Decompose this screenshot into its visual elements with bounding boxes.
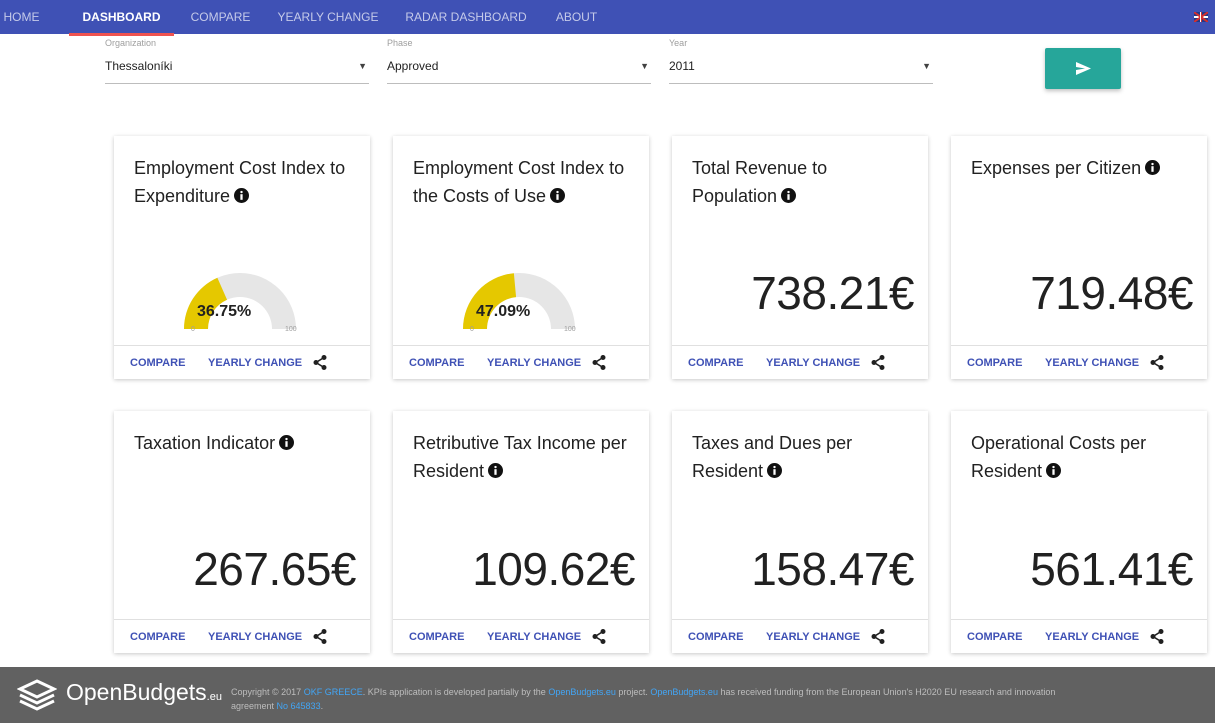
share-icon[interactable] [592,355,606,370]
info-icon[interactable] [767,462,783,478]
organization-select[interactable]: Organization Thessaloníki ▼ [105,38,369,84]
kpi-card-retributive-tax: Retributive Tax Income per Resident 109.… [393,411,649,653]
nav-home[interactable]: HOME [0,0,43,34]
gauge-max-label: 100 [564,326,576,333]
gauge-chart [184,273,296,329]
grant-agreement-link[interactable]: No 645833 [277,701,321,711]
kpi-value: 738.21€ [751,267,914,319]
share-icon[interactable] [1150,355,1164,370]
card-actions: COMPARE YEARLY CHANGE [114,619,370,653]
year-select[interactable]: Year 2011 ▼ [669,38,933,84]
phase-select[interactable]: Phase Approved ▼ [387,38,651,84]
compare-button[interactable]: COMPARE [409,631,464,643]
footer: OpenBudgets.eu Copyright © 2017 OKF GREE… [0,667,1215,723]
compare-button[interactable]: COMPARE [688,631,743,643]
dropdown-arrow-icon: ▼ [358,61,367,71]
yearly-change-button[interactable]: YEARLY CHANGE [766,631,860,643]
gauge-value: 47.09% [476,303,531,320]
card-actions: COMPARE YEARLY CHANGE [114,345,370,379]
yearly-change-button[interactable]: YEARLY CHANGE [208,357,302,369]
nav-about[interactable]: ABOUT [548,0,605,34]
compare-button[interactable]: COMPARE [130,357,185,369]
info-icon[interactable] [279,434,295,450]
info-icon[interactable] [781,187,797,203]
top-navbar: HOME DASHBOARD COMPARE YEARLY CHANGE RAD… [0,0,1215,36]
kpi-value: 109.62€ [472,543,635,595]
gauge-chart [463,273,575,329]
kpi-value: 561.41€ [1030,543,1193,595]
kpi-value: 158.47€ [751,543,914,595]
compare-button[interactable]: COMPARE [967,631,1022,643]
phase-label: Phase [387,38,413,48]
nav-radar-dashboard[interactable]: RADAR DASHBOARD [400,0,532,34]
organization-value: Thessaloníki [105,59,173,73]
card-actions: COMPARE YEARLY CHANGE [672,345,928,379]
card-actions: COMPARE YEARLY CHANGE [951,619,1207,653]
year-label: Year [669,38,688,48]
phase-value: Approved [387,59,439,73]
info-icon[interactable] [1046,462,1062,478]
kpi-value: 719.48€ [1030,267,1193,319]
gauge-max-label: 100 [285,326,297,333]
submit-button[interactable] [1045,48,1121,89]
yearly-change-button[interactable]: YEARLY CHANGE [1045,357,1139,369]
openbudgets-logo-text[interactable]: OpenBudgets.eu [66,679,222,706]
share-icon[interactable] [871,629,885,644]
nav-dashboard[interactable]: DASHBOARD [69,0,174,34]
nav-yearly-change[interactable]: YEARLY CHANGE [276,0,380,34]
kpi-card-taxation-indicator: Taxation Indicator 267.65€ COMPARE YEARL… [114,411,370,653]
card-actions: COMPARE YEARLY CHANGE [393,345,649,379]
card-actions: COMPARE YEARLY CHANGE [951,345,1207,379]
gauge-value: 36.75% [197,303,252,320]
card-actions: COMPARE YEARLY CHANGE [672,619,928,653]
share-icon[interactable] [592,629,606,644]
card-title: Expenses per Citizen [971,158,1142,178]
openbudgets-link[interactable]: OpenBudgets.eu [650,687,718,697]
uk-flag-icon[interactable] [1194,12,1208,22]
kpi-card-taxes-and-dues: Taxes and Dues per Resident 158.47€ COMP… [672,411,928,653]
year-value: 2011 [669,59,695,73]
share-icon[interactable] [871,355,885,370]
info-icon[interactable] [1145,159,1161,175]
kpi-card-expenses-per-citizen: Expenses per Citizen 719.48€ COMPARE YEA… [951,136,1207,379]
info-icon[interactable] [488,462,504,478]
nav-compare[interactable]: COMPARE [185,0,256,34]
dropdown-arrow-icon: ▼ [922,61,931,71]
kpi-card-employment-cost-use: Employment Cost Index to the Costs of Us… [393,136,649,379]
openbudgets-logo-icon [17,679,57,711]
kpi-card-employment-cost-expenditure: Employment Cost Index to Expenditure 36.… [114,136,370,379]
card-title: Taxation Indicator [134,433,276,453]
compare-button[interactable]: COMPARE [409,357,464,369]
yearly-change-button[interactable]: YEARLY CHANGE [487,631,581,643]
gauge-min-label: 0 [470,326,474,333]
info-icon[interactable] [234,187,250,203]
card-title: Total Revenue to Population [692,158,828,206]
openbudgets-link[interactable]: OpenBudgets.eu [548,687,616,697]
card-title: Retributive Tax Income per Resident [413,433,627,481]
share-icon[interactable] [313,355,327,370]
yearly-change-button[interactable]: YEARLY CHANGE [208,631,302,643]
kpi-card-total-revenue: Total Revenue to Population 738.21€ COMP… [672,136,928,379]
share-icon[interactable] [1150,629,1164,644]
gauge-min-label: 0 [191,326,195,333]
okf-greece-link[interactable]: OKF GREECE [304,687,363,697]
yearly-change-button[interactable]: YEARLY CHANGE [1045,631,1139,643]
kpi-value: 267.65€ [193,543,356,595]
card-title: Employment Cost Index to the Costs of Us… [413,158,625,206]
info-icon[interactable] [550,187,566,203]
send-icon [1076,62,1091,75]
copyright-text: Copyright © 2017 OKF GREECE. KPIs applic… [231,687,1056,711]
dropdown-arrow-icon: ▼ [640,61,649,71]
share-icon[interactable] [313,629,327,644]
kpi-card-operational-costs: Operational Costs per Resident 561.41€ C… [951,411,1207,653]
compare-button[interactable]: COMPARE [688,357,743,369]
compare-button[interactable]: COMPARE [130,631,185,643]
yearly-change-button[interactable]: YEARLY CHANGE [487,357,581,369]
yearly-change-button[interactable]: YEARLY CHANGE [766,357,860,369]
active-tab-indicator [69,33,174,36]
card-actions: COMPARE YEARLY CHANGE [393,619,649,653]
compare-button[interactable]: COMPARE [967,357,1022,369]
organization-label: Organization [105,38,157,48]
